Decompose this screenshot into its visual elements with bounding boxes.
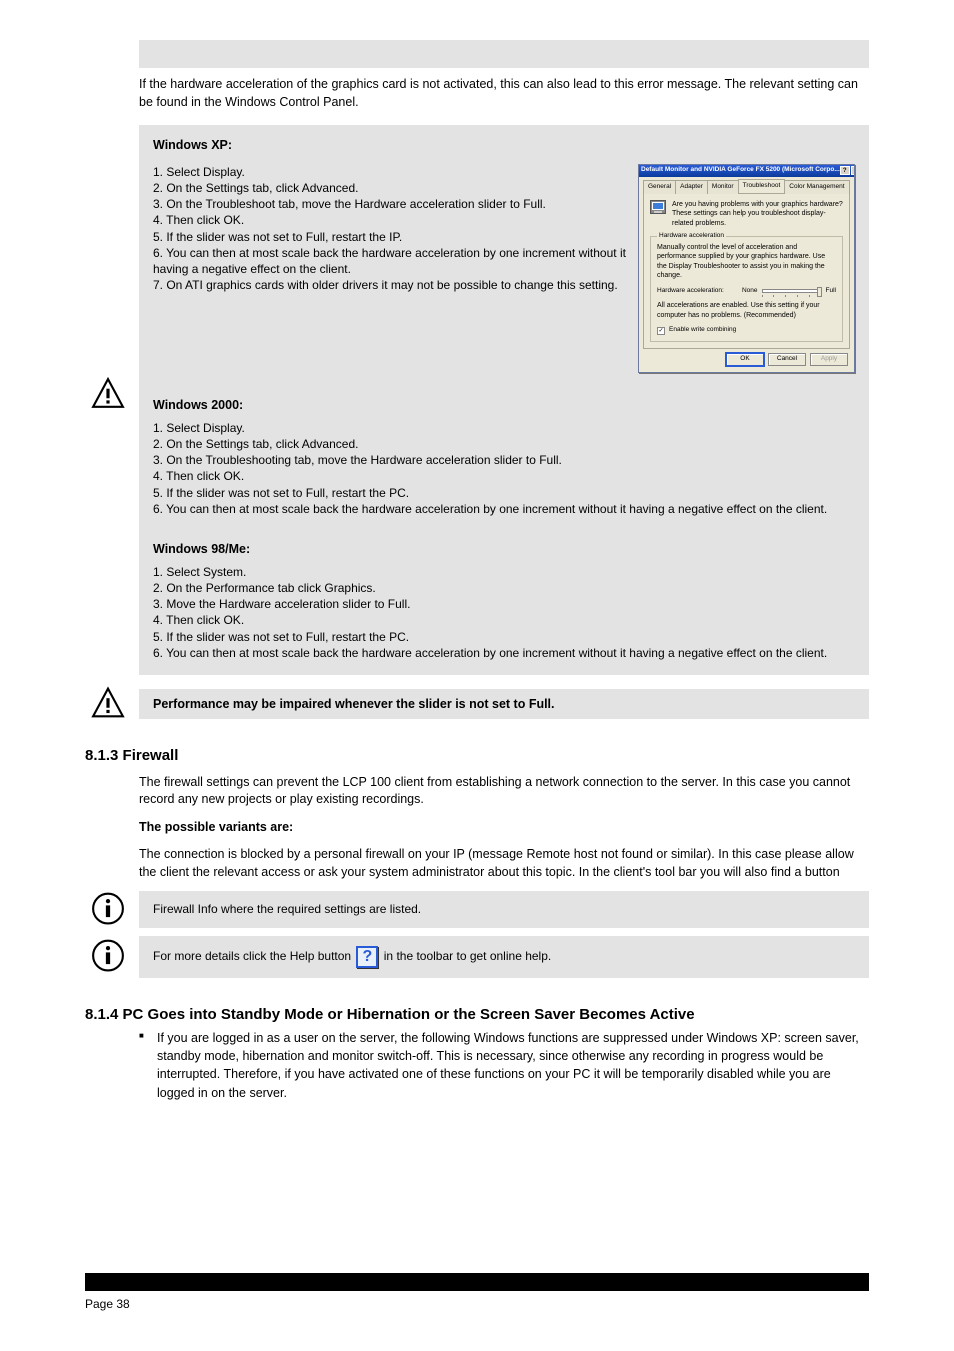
close-icon[interactable]: ×	[851, 166, 854, 175]
cancel-button[interactable]: Cancel	[768, 353, 806, 366]
slider-full: Full	[826, 287, 836, 296]
tab-general[interactable]: General	[643, 180, 676, 194]
fieldset-legend: Hardware acceleration	[657, 232, 726, 241]
panel-intro: Are you having problems with your graphi…	[672, 200, 843, 228]
win2k-step6: 6. You can then at most scale back the h…	[153, 501, 855, 517]
hw-accel-fieldset: Hardware acceleration Manually control t…	[650, 236, 843, 342]
step1: 1. Select Display.	[153, 164, 626, 180]
dialog-title: Default Monitor and NVIDIA GeForce FX 52…	[641, 166, 840, 175]
help-tip: For more details click the Help button ?…	[139, 936, 869, 978]
win98-step2: 2. On the Performance tab click Graphics…	[153, 580, 855, 596]
fieldset-desc: Manually control the level of accelerati…	[657, 243, 836, 281]
footer-text: Page 38	[85, 1297, 869, 1311]
win2k-step1: 1. Select Display.	[153, 420, 855, 436]
win2k-step2: 2. On the Settings tab, click Advanced.	[153, 436, 855, 452]
help-icon[interactable]: ?	[840, 166, 850, 175]
step4: 4. Then click OK.	[153, 212, 626, 228]
section-8-1-3-heading: 8.1.3 Firewall	[85, 747, 869, 764]
footer-bar	[85, 1273, 869, 1291]
win98-step1: 1. Select System.	[153, 564, 855, 580]
win2k-step4: 4. Then click OK.	[153, 468, 855, 484]
apply-button[interactable]: Apply	[810, 353, 848, 366]
sec813-body: The connection is blocked by a personal …	[139, 846, 869, 881]
info-icon	[85, 937, 131, 978]
help-tip-suffix: in the toolbar to get online help.	[384, 949, 551, 963]
help-tip-prefix: For more details click the Help button	[153, 949, 354, 963]
step7: 7. On ATI graphics cards with older driv…	[153, 277, 626, 293]
header-bar	[139, 40, 869, 68]
section-8-1-4-heading: 8.1.4 PC Goes into Standby Mode or Hiber…	[85, 1006, 869, 1023]
step6: 6. You can then at most scale back the h…	[153, 245, 626, 277]
monitor-icon	[650, 200, 666, 214]
win2k-step3: 3. On the Troubleshooting tab, move the …	[153, 452, 855, 468]
win98-step4: 4. Then click OK.	[153, 612, 855, 628]
perf-warning-text: Performance may be impaired whenever the…	[153, 697, 555, 711]
tab-troubleshoot[interactable]: Troubleshoot	[738, 179, 786, 193]
sec813-intro: The firewall settings can prevent the LC…	[139, 774, 869, 809]
win98-title: Windows 98/Me:	[153, 541, 855, 558]
slider-status: All accelerations are enabled. Use this …	[657, 301, 836, 320]
warning-icon	[85, 684, 131, 723]
hw-accel-slider[interactable]	[762, 289, 822, 293]
write-combine-checkbox[interactable]: ✓	[657, 327, 665, 335]
ok-button[interactable]: OK	[726, 353, 764, 366]
sec813-variants: The possible variants are:	[139, 819, 869, 837]
intro-text: If the hardware acceleration of the grap…	[139, 76, 859, 111]
windows-hw-accel-box: Windows XP: 1. Select Display. 2. On the…	[139, 125, 869, 675]
win98-step6: 6. You can then at most scale back the h…	[153, 645, 855, 661]
win2k-title: Windows 2000:	[153, 397, 855, 414]
troubleshoot-dialog: Default Monitor and NVIDIA GeForce FX 52…	[638, 164, 855, 373]
winxp-title: Windows XP:	[153, 137, 855, 154]
win2k-step5: 5. If the slider was not set to Full, re…	[153, 485, 855, 501]
step2: 2. On the Settings tab, click Advanced.	[153, 180, 626, 196]
question-icon[interactable]: ?	[356, 946, 378, 968]
slider-none: None	[742, 287, 758, 296]
win98-step3: 3. Move the Hardware acceleration slider…	[153, 596, 855, 612]
win98-step5: 5. If the slider was not set to Full, re…	[153, 629, 855, 645]
step3: 3. On the Troubleshoot tab, move the Har…	[153, 196, 626, 212]
tab-color[interactable]: Color Management	[784, 180, 849, 194]
dialog-titlebar[interactable]: Default Monitor and NVIDIA GeForce FX 52…	[639, 165, 854, 177]
tab-adapter[interactable]: Adapter	[675, 180, 708, 194]
sec814-bullet: If you are logged in as a user on the se…	[139, 1029, 869, 1102]
info-icon	[85, 889, 131, 930]
warning-icon	[85, 375, 131, 415]
firewall-tip-text: Firewall Info where the required setting…	[153, 902, 421, 916]
step5: 5. If the slider was not set to Full, re…	[153, 229, 626, 245]
slider-label: Hardware acceleration:	[657, 287, 724, 296]
dialog-panel: Are you having problems with your graphi…	[643, 193, 850, 349]
write-combine-label: Enable write combining	[669, 326, 736, 335]
firewall-tip: Firewall Info where the required setting…	[139, 891, 869, 928]
tab-monitor[interactable]: Monitor	[707, 180, 739, 194]
performance-warning-strip: Performance may be impaired whenever the…	[139, 689, 869, 719]
